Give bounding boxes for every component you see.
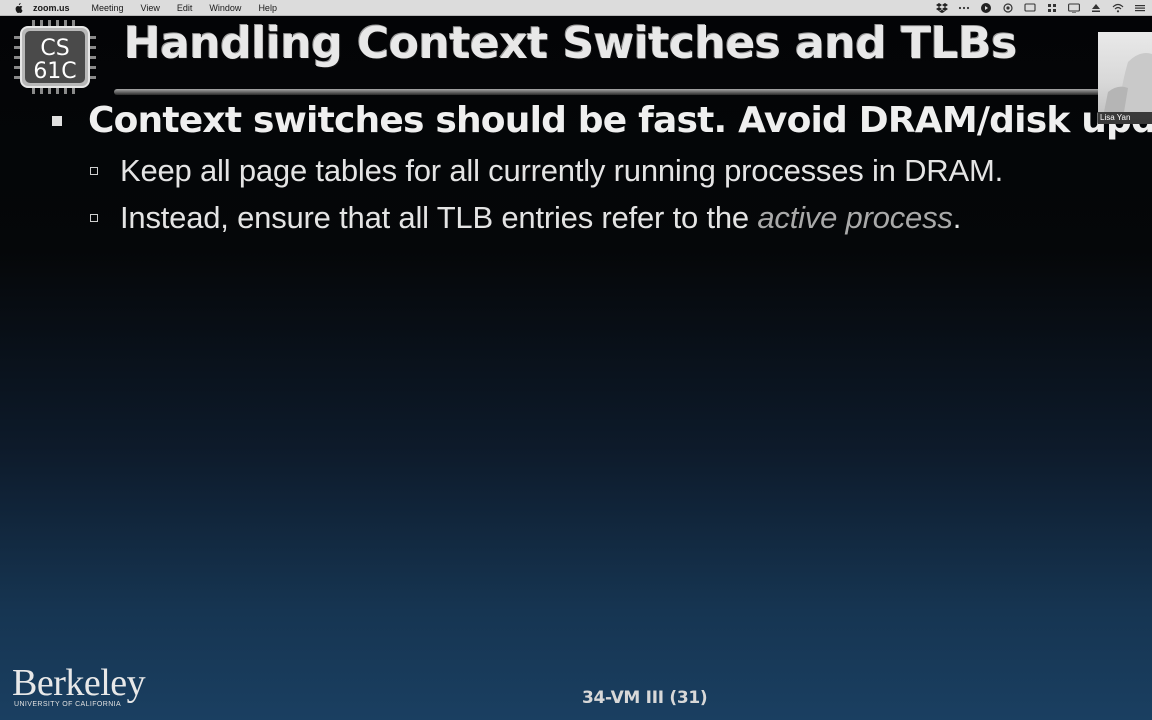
status-tray bbox=[936, 0, 1146, 16]
sub-bullet-prefix: Instead, ensure that all TLB entries ref… bbox=[120, 200, 758, 235]
logo-line-61c: 61C bbox=[33, 59, 76, 84]
participant-name: Lisa Yan bbox=[1098, 112, 1152, 124]
dots-icon[interactable] bbox=[958, 3, 970, 13]
record-icon[interactable] bbox=[1002, 3, 1014, 13]
berkeley-wordmark: Berkeley bbox=[12, 662, 146, 704]
menu-meeting[interactable]: Meeting bbox=[92, 0, 124, 16]
eject-icon[interactable] bbox=[1090, 3, 1102, 13]
menu-window[interactable]: Window bbox=[209, 0, 241, 16]
grid-icon[interactable] bbox=[1046, 3, 1058, 13]
active-process-emphasis: active process bbox=[757, 200, 953, 235]
wifi-icon[interactable] bbox=[1112, 3, 1124, 13]
slide-title: Handling Context Switches and TLBs bbox=[124, 18, 1017, 69]
berkeley-subtitle: UNIVERSITY OF CALIFORNIA bbox=[14, 701, 122, 708]
bullet-context-switches: Context switches should be fast. Avoid D… bbox=[52, 100, 1152, 144]
more-icon[interactable] bbox=[1134, 3, 1146, 13]
menu-app-zoom[interactable]: zoom.us bbox=[33, 0, 70, 16]
menu-bar: zoom.us Meeting View Edit Window Help bbox=[0, 0, 1152, 16]
sub-bullet-marker bbox=[90, 214, 98, 222]
play-icon[interactable] bbox=[980, 3, 992, 13]
screen-icon[interactable] bbox=[1024, 3, 1036, 13]
sub-bullet-suffix: . bbox=[952, 200, 962, 235]
logo-line-cs: CS bbox=[40, 36, 69, 61]
menu-help[interactable]: Help bbox=[258, 0, 277, 16]
apple-icon[interactable] bbox=[14, 2, 23, 13]
sub-bullet-marker bbox=[90, 167, 98, 175]
bullet-marker bbox=[52, 116, 62, 126]
slide-number: 34-VM III (31) bbox=[582, 688, 708, 708]
participant-video[interactable]: Lisa Yan bbox=[1098, 32, 1152, 124]
menu-edit[interactable]: Edit bbox=[177, 0, 193, 16]
cs61c-logo: CS 61C bbox=[14, 20, 96, 94]
bullet-text: Context switches should be fast. Avoid D… bbox=[88, 100, 1152, 141]
sub-bullet-text: Keep all page tables for all currently r… bbox=[120, 153, 1004, 188]
dropbox-icon[interactable] bbox=[936, 3, 948, 13]
title-divider bbox=[114, 89, 1152, 95]
video-frame bbox=[1104, 53, 1152, 112]
mirror-icon[interactable] bbox=[1068, 3, 1080, 13]
menu-view[interactable]: View bbox=[141, 0, 160, 16]
sub-bullet-text: Instead, ensure that all TLB entries ref… bbox=[120, 200, 961, 236]
